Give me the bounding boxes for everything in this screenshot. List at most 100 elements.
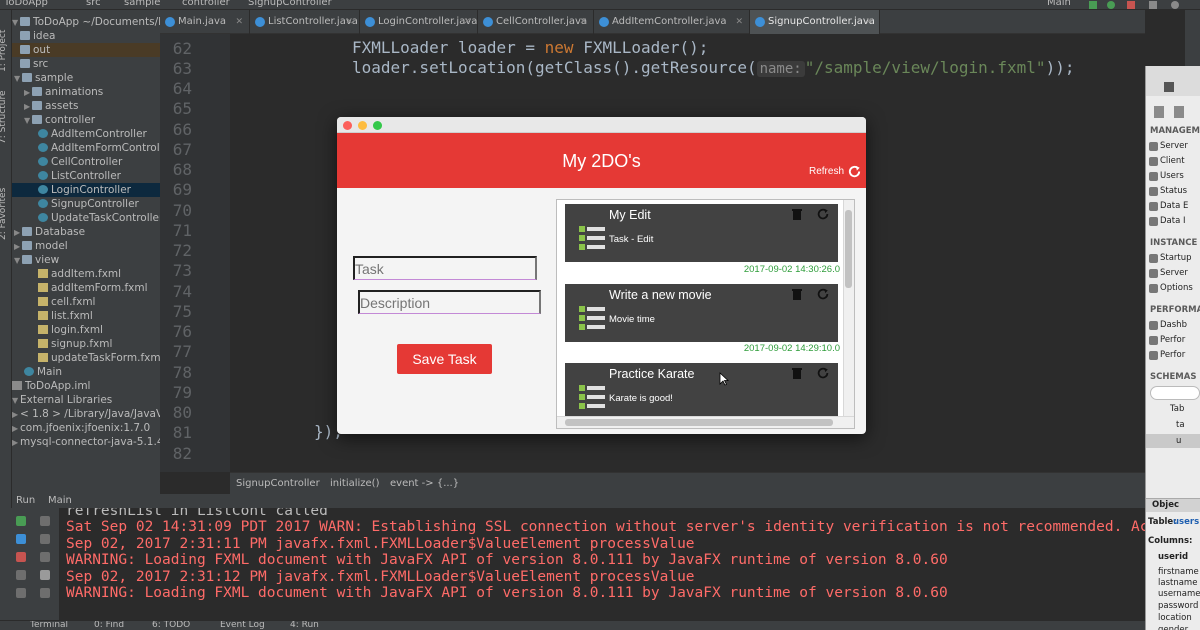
tree-item[interactable]: cell.fxml: [12, 295, 160, 309]
tree-item[interactable]: idea: [12, 29, 160, 43]
nav-src[interactable]: src: [86, 0, 101, 8]
db-item[interactable]: Client: [1160, 156, 1185, 166]
soft-wrap-icon[interactable]: [40, 552, 50, 562]
settings-icon[interactable]: [1149, 1, 1157, 9]
tree-item[interactable]: ▼ view: [12, 253, 160, 267]
db-item[interactable]: Data E: [1160, 201, 1188, 211]
close-icon[interactable]: ✕: [235, 10, 243, 34]
tree-item[interactable]: src: [12, 57, 160, 71]
close-icon[interactable]: ✕: [735, 10, 743, 34]
tree-item[interactable]: ▼ External Libraries: [12, 393, 160, 407]
event-log-tab[interactable]: Event Log: [220, 621, 265, 630]
close-icon[interactable]: ✕: [865, 10, 873, 34]
tab-main[interactable]: Main.java ✕: [160, 10, 250, 34]
scroll-up-icon[interactable]: [40, 516, 50, 526]
list-item[interactable]: My Edit Task - Edit: [565, 204, 838, 262]
db-item[interactable]: Server: [1160, 141, 1188, 151]
nav-controller[interactable]: controller: [182, 0, 230, 8]
rerun-icon[interactable]: [16, 516, 26, 526]
scroll-to-end-icon[interactable]: [40, 570, 50, 580]
nav-project[interactable]: ToDoApp: [4, 0, 48, 8]
db-item[interactable]: Server: [1160, 268, 1188, 278]
tree-item[interactable]: ▶ com.jfoenix:jfoenix:1.7.0: [12, 421, 160, 435]
schema-tree-item[interactable]: ta: [1176, 420, 1185, 430]
window-titlebar[interactable]: [337, 117, 866, 133]
tree-item[interactable]: ▶< 1.8 > /Library/Java/JavaVirtu: [12, 407, 160, 421]
tab-signup-controller[interactable]: SignupController.java ✕: [750, 10, 880, 34]
delete-icon[interactable]: [792, 288, 802, 300]
terminal-tab[interactable]: Terminal: [30, 621, 68, 630]
tree-item[interactable]: ▶ assets: [12, 99, 160, 113]
structure-tool-button[interactable]: 7: Structure: [0, 91, 8, 145]
schema-filter-input[interactable]: [1150, 386, 1200, 400]
tree-item[interactable]: updateTaskForm.fxml: [12, 351, 160, 365]
update-icon[interactable]: [816, 287, 830, 301]
tab-cell-controller[interactable]: CellController.java ✕: [478, 10, 594, 34]
tree-item[interactable]: addItemForm.fxml: [12, 281, 160, 295]
tree-item[interactable]: ▶ mysql-connector-java-5.1.43-: [12, 435, 160, 449]
maximize-window-button[interactable]: [373, 121, 382, 130]
close-icon[interactable]: ✕: [579, 10, 587, 34]
stop-icon[interactable]: [16, 552, 26, 562]
tree-item[interactable]: SignupController: [12, 197, 160, 211]
tree-item[interactable]: ▼ sample: [12, 71, 160, 85]
tree-item[interactable]: login.fxml: [12, 323, 160, 337]
camera-icon[interactable]: [16, 570, 26, 580]
horizontal-scrollbar[interactable]: [557, 416, 854, 428]
tree-item[interactable]: AddItemController: [12, 127, 160, 141]
tree-item[interactable]: ListController: [12, 169, 160, 183]
db-item[interactable]: Data I: [1160, 216, 1186, 226]
run-config-tab[interactable]: Main: [48, 495, 72, 506]
tree-item[interactable]: signup.fxml: [12, 337, 160, 351]
tab-add-item-controller[interactable]: AddItemController.java ✕: [594, 10, 750, 34]
object-info-tab[interactable]: Objec: [1152, 500, 1179, 510]
home-icon[interactable]: [1164, 82, 1174, 92]
refresh-label[interactable]: Refresh: [809, 166, 844, 177]
tree-item[interactable]: CellController: [12, 155, 160, 169]
run-config-select[interactable]: Main: [1047, 0, 1071, 8]
list-item[interactable]: Practice Karate Karate is good!: [565, 363, 838, 421]
db-item[interactable]: Startup: [1160, 253, 1192, 263]
db-item[interactable]: Users: [1160, 171, 1184, 181]
tree-item[interactable]: list.fxml: [12, 309, 160, 323]
tree-item[interactable]: AddItemFormController: [12, 141, 160, 155]
close-window-button[interactable]: [343, 121, 352, 130]
vertical-scrollbar[interactable]: [843, 200, 854, 418]
save-task-button[interactable]: Save Task: [397, 344, 492, 374]
run-icon[interactable]: [1089, 1, 1097, 9]
schema-tree-item[interactable]: u: [1176, 436, 1181, 446]
run-tab[interactable]: 4: Run: [290, 621, 319, 630]
scrollbar-thumb[interactable]: [565, 419, 833, 426]
tree-item[interactable]: ▶ animations: [12, 85, 160, 99]
schema-tree-item[interactable]: Tab: [1170, 404, 1184, 414]
db-item[interactable]: Perfor: [1160, 335, 1185, 345]
tree-item[interactable]: Main: [12, 365, 160, 379]
tree-item-selected[interactable]: LoginController: [12, 183, 160, 197]
minimize-window-button[interactable]: [358, 121, 367, 130]
nav-sample[interactable]: sample: [124, 0, 160, 8]
todo-tab[interactable]: 6: TODO: [152, 621, 190, 630]
sql-open-icon[interactable]: [1174, 106, 1184, 118]
delete-icon[interactable]: [792, 208, 802, 220]
db-item[interactable]: Dashb: [1160, 320, 1187, 330]
close-icon[interactable]: ✕: [463, 10, 471, 34]
scrollbar-thumb[interactable]: [845, 210, 852, 288]
project-tool-button[interactable]: 1: Project: [0, 30, 8, 72]
sql-file-icon[interactable]: [1154, 106, 1164, 118]
scroll-down-icon[interactable]: [40, 534, 50, 544]
task-field[interactable]: [353, 256, 537, 280]
breadcrumb-lambda[interactable]: event -> {...}: [390, 478, 459, 489]
stop-icon[interactable]: [1127, 1, 1135, 9]
exit-icon[interactable]: [16, 588, 26, 598]
list-item[interactable]: Write a new movie Movie time: [565, 284, 838, 342]
tree-item[interactable]: UpdateTaskController: [12, 211, 160, 225]
tree-item-project[interactable]: ▼ToDoApp ~/Documents/Magadist: [12, 15, 160, 29]
tree-item[interactable]: out: [12, 43, 160, 57]
find-tab[interactable]: 0: Find: [94, 621, 124, 630]
nav-file[interactable]: SignupController: [248, 0, 332, 8]
favorites-tool-button[interactable]: 2: Favorites: [0, 188, 8, 240]
close-icon[interactable]: ✕: [345, 10, 353, 34]
tree-item[interactable]: ▶ Database: [12, 225, 160, 239]
breadcrumb-class[interactable]: SignupController: [236, 478, 320, 489]
db-item[interactable]: Options: [1160, 283, 1193, 293]
